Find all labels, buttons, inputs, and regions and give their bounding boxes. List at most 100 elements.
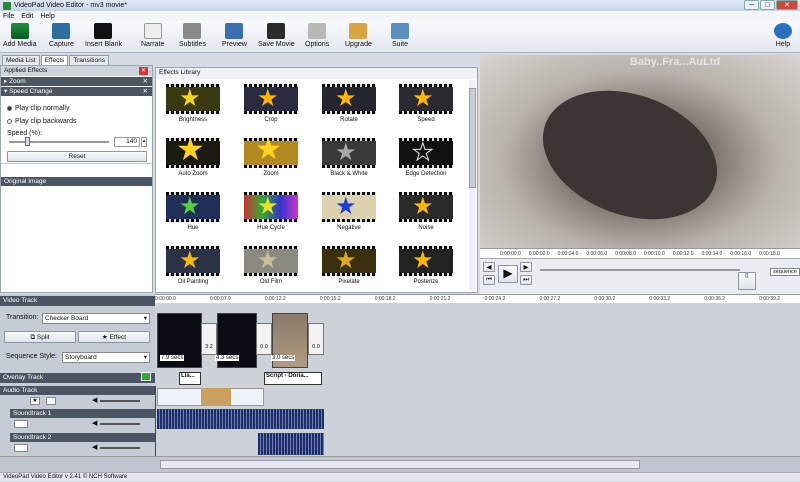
effect-old-film[interactable]: ★ Old Film — [244, 246, 298, 285]
transition-1[interactable]: 3.2 — [201, 323, 217, 355]
timeline-ruler[interactable]: 0:00:00.0 0:00:07.9 0:00:12.2 0:00:15.2 0:00… — [155, 294, 800, 303]
preview-button[interactable]: Preview — [222, 23, 247, 48]
soundtrack-2-volume-slider[interactable] — [100, 447, 140, 449]
effect-noise[interactable]: ★ Noise — [399, 192, 453, 231]
audio-clip-selection — [201, 388, 231, 406]
effect-hue-cycle[interactable]: ★ Hue Cycle — [244, 192, 298, 231]
insert-blank-button[interactable]: Insert Blank — [85, 23, 122, 48]
audio-volume-slider[interactable] — [100, 400, 140, 402]
preview-ruler[interactable]: 0:00:00.0 0:00:02.0 0:00:04.0 0:00:06.0 0:00… — [480, 248, 800, 258]
effect-button[interactable]: ★ Effect — [78, 331, 150, 343]
play-normal-option[interactable]: Play clip normally — [7, 105, 69, 112]
timeline-scrollbar[interactable] — [0, 456, 800, 472]
menu-file[interactable]: File — [3, 13, 14, 20]
options-button[interactable]: Options — [305, 23, 329, 48]
tab-transitions[interactable]: Transitions — [69, 55, 109, 65]
playhead[interactable] — [155, 386, 156, 456]
audio-clip-icon[interactable] — [46, 397, 56, 405]
help-label: Help — [775, 41, 791, 48]
suite-button[interactable]: Suite — [391, 23, 409, 48]
soundtrack-2-mute-icon[interactable] — [14, 444, 28, 452]
help-button[interactable]: Help — [774, 23, 792, 48]
play-backwards-label: Play clip backwards — [15, 118, 77, 125]
remove-speed-icon[interactable]: ✕ — [143, 87, 148, 96]
menu-help[interactable]: Help — [40, 13, 54, 20]
soundtrack-1-waveform[interactable] — [157, 409, 324, 429]
effect-hue[interactable]: ★ Hue — [166, 192, 220, 231]
snapshot-icon[interactable]: ⌷ — [738, 272, 756, 290]
volume-icon[interactable]: ◀ — [92, 396, 97, 404]
volume-icon[interactable]: ◀ — [92, 443, 97, 451]
effect-pixelate[interactable]: ★ Pixelate — [322, 246, 376, 285]
title-bar: VideoPad Video Editor - mv3 movie* ─ □ ✕ — [0, 0, 800, 11]
transition-select[interactable]: Checker Board ▾ — [42, 313, 150, 324]
tab-media-list[interactable]: Media List — [2, 55, 40, 65]
camera-icon — [52, 23, 71, 39]
soundtrack-2-waveform[interactable] — [258, 433, 324, 455]
play-backwards-radio[interactable] — [7, 119, 12, 124]
save-movie-button[interactable]: Save Movie — [258, 23, 295, 48]
speed-label: Speed (%): — [7, 130, 43, 137]
effect-crop[interactable]: ★ Crop — [244, 84, 298, 123]
play-backwards-option[interactable]: Play clip backwards — [7, 118, 76, 125]
panel-tabs: Media List Effects Transitions — [2, 55, 109, 65]
effect-negative[interactable]: ★ Negative — [322, 192, 376, 231]
narrate-button[interactable]: Narrate — [141, 23, 164, 48]
sequence-tab[interactable]: sequence — [770, 268, 800, 276]
sequence-style-select[interactable]: Storyboard ▾ — [62, 352, 150, 363]
play-normal-radio[interactable] — [7, 106, 12, 111]
effect-zoom[interactable]: ★ Zoom — [244, 138, 298, 177]
seek-bar[interactable] — [540, 269, 740, 271]
next-frame-icon[interactable]: ▶ — [520, 262, 532, 272]
effect-auto-zoom[interactable]: ★ Auto Zoom — [166, 138, 220, 177]
effect-row-speed[interactable]: ▾ Speed Change ✕ — [1, 87, 152, 96]
soundtrack-1-volume-slider[interactable] — [100, 423, 140, 425]
library-scrollbar[interactable] — [469, 80, 476, 290]
overlay-clip-2[interactable]: Script - Doria... — [264, 372, 322, 385]
add-media-button[interactable]: Add Media — [3, 23, 36, 48]
tab-effects[interactable]: Effects — [40, 55, 69, 65]
go-end-icon[interactable]: ⏭ — [520, 275, 532, 285]
old-film-thumbnail: ★ — [244, 246, 298, 276]
soundtrack-1-mute-icon[interactable] — [14, 420, 28, 428]
go-start-icon[interactable]: ⏮ — [483, 275, 495, 285]
effect-black-white[interactable]: ★ Black & White — [322, 138, 376, 177]
transition-3[interactable]: 0.0 — [308, 323, 324, 355]
play-icon[interactable]: ▶ — [498, 265, 518, 283]
timeline-scrollbar-thumb[interactable] — [160, 460, 640, 469]
subtitles-label: Subtitles — [179, 41, 206, 48]
reset-button[interactable]: Reset — [7, 151, 147, 162]
overlay-clip-1[interactable]: Lla... — [179, 372, 201, 385]
status-bar: VideoPad Video Editor v 2.41 © NCH Softw… — [0, 472, 800, 481]
library-scrollbar-thumb[interactable] — [469, 88, 476, 188]
audio-effect-icon[interactable]: ★ — [30, 397, 40, 405]
add-overlay-icon[interactable] — [141, 372, 151, 381]
effect-brightness[interactable]: ★ Brightness — [166, 84, 220, 123]
effect-row-zoom[interactable]: ▸ Zoom ✕ — [1, 77, 152, 86]
effect-rotate[interactable]: ★ Rotate — [322, 84, 376, 123]
volume-icon[interactable]: ◀ — [92, 419, 97, 427]
prev-frame-icon[interactable]: ◀ — [483, 262, 495, 272]
capture-button[interactable]: Capture — [49, 23, 74, 48]
speed-slider-thumb[interactable] — [25, 137, 30, 146]
effect-speed[interactable]: ★ Speed — [399, 84, 453, 123]
effect-oil-painting[interactable]: ★ Oil Painting — [166, 246, 220, 285]
speed-spinner[interactable]: ▴ — [141, 137, 147, 147]
effect-posterize[interactable]: ★ Posterize — [399, 246, 453, 285]
minimize-button[interactable]: ─ — [744, 0, 759, 10]
remove-zoom-icon[interactable]: ✕ — [143, 77, 148, 86]
upgrade-button[interactable]: Upgrade — [345, 23, 372, 48]
remove-all-icon[interactable]: ✕ — [139, 67, 148, 75]
speed-value-input[interactable]: 140 — [114, 137, 140, 147]
maximize-button[interactable]: □ — [760, 0, 775, 10]
posterize-thumbnail: ★ — [399, 246, 453, 276]
split-button[interactable]: ⧉ Split — [4, 331, 76, 343]
speed-slider-track[interactable] — [9, 141, 109, 143]
effect-edge-detection[interactable]: ★ Edge Detection — [399, 138, 453, 177]
add-media-icon — [10, 23, 29, 39]
menu-edit[interactable]: Edit — [21, 13, 33, 20]
close-button[interactable]: ✕ — [776, 0, 798, 10]
upgrade-label: Upgrade — [345, 41, 372, 48]
transition-2[interactable]: 0.0 — [256, 323, 272, 355]
subtitles-button[interactable]: Subtitles — [179, 23, 206, 48]
